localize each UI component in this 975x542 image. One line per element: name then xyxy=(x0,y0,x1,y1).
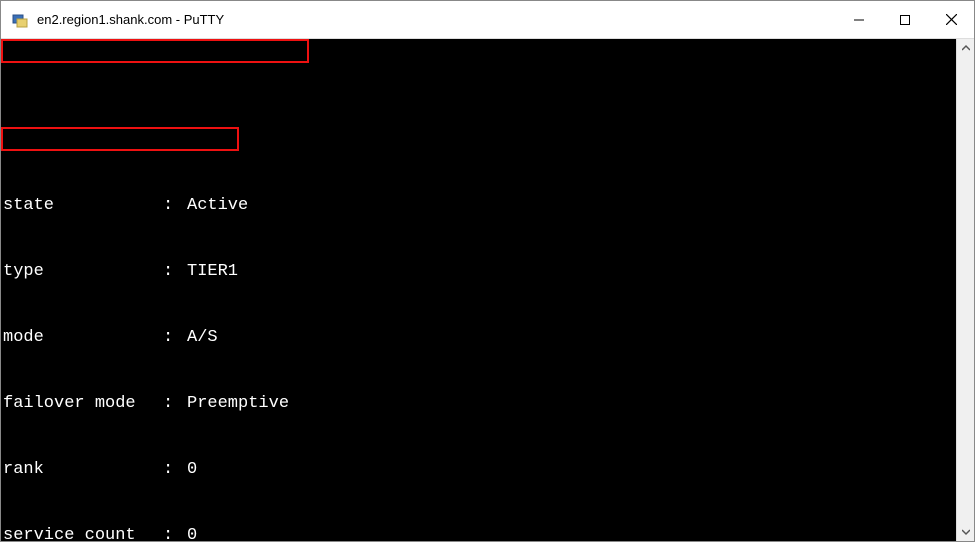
value-failover-mode: Preemptive xyxy=(187,393,289,415)
colon: : xyxy=(163,393,187,415)
titlebar[interactable]: en2.region1.shank.com - PuTTY xyxy=(1,1,974,39)
label-mode: mode xyxy=(3,327,163,349)
maximize-button[interactable] xyxy=(882,1,928,38)
close-button[interactable] xyxy=(928,1,974,38)
row-type: type: TIER1 xyxy=(3,261,954,283)
colon: : xyxy=(163,195,187,217)
scrollbar[interactable] xyxy=(956,39,974,541)
client-area: state: Active type: TIER1 mode: A/S fail… xyxy=(1,39,974,541)
value-type: TIER1 xyxy=(187,261,238,283)
value-rank: 0 xyxy=(187,459,197,481)
window-buttons xyxy=(836,1,974,38)
terminal[interactable]: state: Active type: TIER1 mode: A/S fail… xyxy=(1,39,956,541)
label-rank: rank xyxy=(3,459,163,481)
row-service-count: service count: 0 xyxy=(3,525,954,541)
label-failover-mode: failover mode xyxy=(3,393,163,415)
value-mode: A/S xyxy=(187,327,218,349)
label-type: type xyxy=(3,261,163,283)
value-service-count: 0 xyxy=(187,525,197,541)
window-title: en2.region1.shank.com - PuTTY xyxy=(37,12,836,27)
scroll-down-icon[interactable] xyxy=(957,523,974,541)
colon: : xyxy=(163,525,187,541)
label-state: state xyxy=(3,195,163,217)
row-failover-mode: failover mode: Preemptive xyxy=(3,393,954,415)
scrollbar-track[interactable] xyxy=(957,57,974,523)
putty-window: en2.region1.shank.com - PuTTY state: Act… xyxy=(0,0,975,542)
colon: : xyxy=(163,459,187,481)
value-state: Active xyxy=(187,195,248,217)
putty-icon xyxy=(11,11,29,29)
highlight-state xyxy=(1,39,309,63)
highlight-rank xyxy=(1,127,239,151)
row-mode: mode: A/S xyxy=(3,327,954,349)
scroll-up-icon[interactable] xyxy=(957,39,974,57)
colon: : xyxy=(163,261,187,283)
minimize-button[interactable] xyxy=(836,1,882,38)
colon: : xyxy=(163,327,187,349)
label-service-count: service count xyxy=(3,525,163,541)
row-rank: rank: 0 xyxy=(3,459,954,481)
row-state: state: Active xyxy=(3,195,954,217)
